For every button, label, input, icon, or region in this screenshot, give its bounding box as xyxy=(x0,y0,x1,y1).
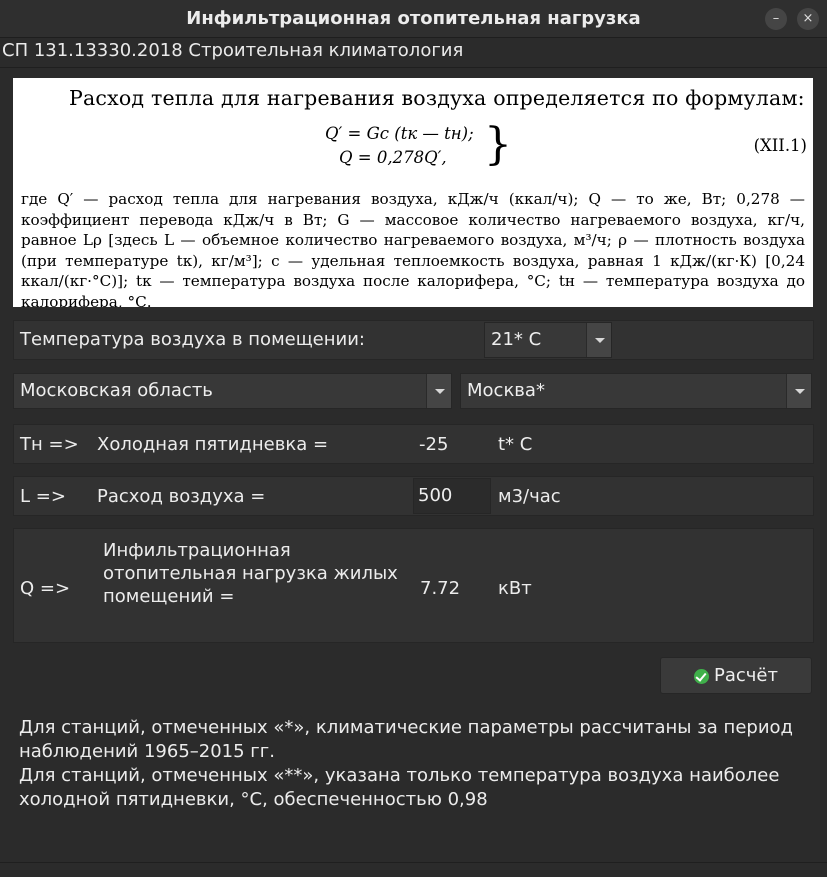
l-symbol: L => xyxy=(20,486,66,507)
minimize-button[interactable]: – xyxy=(765,8,787,30)
l-unit: м3/час xyxy=(498,486,561,507)
tn-unit: t* C xyxy=(498,434,533,455)
dropdown-arrow-icon[interactable] xyxy=(426,374,451,408)
formula-equation-2: Q = 0,278Q′, xyxy=(339,148,447,167)
formula-brace: } xyxy=(484,119,512,170)
q-label-line-3: помещений = xyxy=(103,586,235,607)
close-button[interactable]: × xyxy=(797,8,819,30)
city-select[interactable]: Москва* xyxy=(460,373,812,409)
tn-value: -25 xyxy=(419,434,449,455)
bottom-divider xyxy=(0,862,827,863)
result-row: Q => Инфильтрационная отопительная нагру… xyxy=(13,528,814,643)
air-flow-row: L => Расход воздуха = 500 м3/час xyxy=(13,476,814,516)
air-flow-input[interactable]: 500 xyxy=(413,478,491,514)
formula-image: Расход тепла для нагревания воздуха опре… xyxy=(13,78,813,307)
q-label-line-2: отопительная нагрузка жилых xyxy=(103,563,398,584)
calculate-button-label: Расчёт xyxy=(714,665,778,686)
formula-heading: Расход тепла для нагревания воздуха опре… xyxy=(69,86,805,110)
check-circle-icon xyxy=(694,669,709,684)
station-notes: Для станций, отмеченных «*», климатическ… xyxy=(19,716,809,812)
q-label-line-1: Инфильтрационная xyxy=(103,540,291,561)
formula-equation-1: Q′ = Gc (tк — tн); xyxy=(325,124,474,143)
tn-label: Холодная пятидневка = xyxy=(97,434,329,455)
city-value: Москва* xyxy=(467,380,545,401)
room-temp-panel: Температура воздуха в помещении: 21* С xyxy=(13,320,814,360)
dropdown-arrow-icon[interactable] xyxy=(586,323,611,357)
formula-description: где Q′ — расход тепла для нагревания воз… xyxy=(21,190,805,307)
calculate-button[interactable]: Расчёт xyxy=(660,657,812,694)
l-label: Расход воздуха = xyxy=(97,486,266,507)
window-title: Инфильтрационная отопительная нагрузка xyxy=(186,8,641,29)
q-unit: кВт xyxy=(498,578,532,599)
dropdown-arrow-icon[interactable] xyxy=(786,374,811,408)
room-temp-select[interactable]: 21* С xyxy=(484,322,612,358)
formula-number: (XII.1) xyxy=(753,136,807,155)
room-temp-label: Температура воздуха в помещении: xyxy=(20,329,365,350)
region-select[interactable]: Московская область xyxy=(13,373,452,409)
q-value: 7.72 xyxy=(420,578,461,599)
room-temp-value: 21* С xyxy=(491,329,542,350)
cold-period-row: Тн => Холодная пятидневка = -25 t* C xyxy=(13,424,814,464)
note-line-2: Для станций, отмеченных «**», указана то… xyxy=(19,765,780,810)
app-window: Инфильтрационная отопительная нагрузка –… xyxy=(0,0,827,877)
air-flow-value: 500 xyxy=(418,485,453,506)
q-label: Инфильтрационная отопительная нагрузка ж… xyxy=(103,539,398,608)
title-bar[interactable]: Инфильтрационная отопительная нагрузка –… xyxy=(0,0,827,38)
note-line-1: Для станций, отмеченных «*», климатическ… xyxy=(19,717,793,762)
q-symbol: Q => xyxy=(20,578,71,599)
tn-symbol: Тн => xyxy=(20,434,79,455)
divider xyxy=(0,67,827,68)
region-value: Московская область xyxy=(20,380,213,401)
standard-reference: СП 131.13330.2018 Строительная климатоло… xyxy=(2,40,464,61)
